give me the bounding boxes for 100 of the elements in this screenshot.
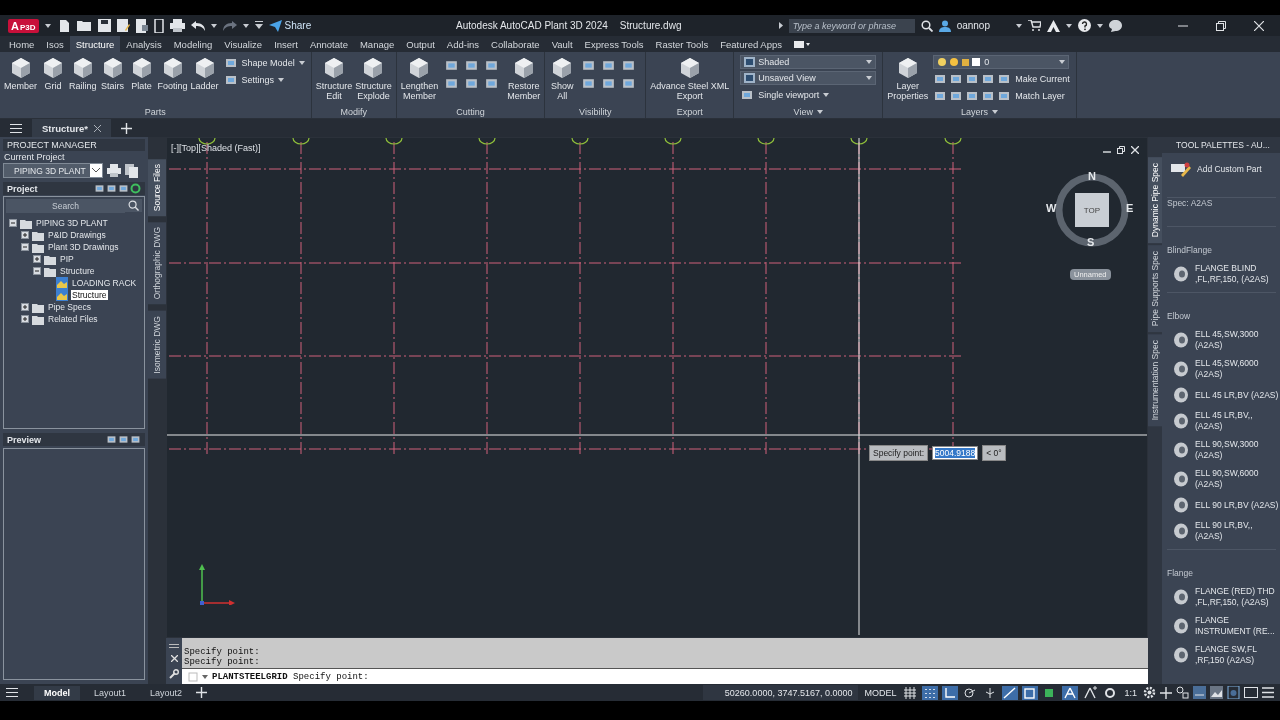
dropdown[interactable]: Shaded	[740, 55, 877, 69]
ribbon-button[interactable]: Stairs	[98, 55, 127, 91]
ribbon-tab[interactable]: Insert	[268, 36, 304, 52]
expand-toggle[interactable]	[21, 315, 29, 323]
settings-icon[interactable]	[1143, 686, 1156, 699]
compass-label[interactable]: W	[1046, 202, 1057, 214]
input-field[interactable]: 5004.9188	[932, 446, 979, 460]
ribbon-tab[interactable]: Structure	[69, 36, 121, 52]
layout-tab[interactable]: Layout2	[140, 685, 193, 700]
add-custom-part-button[interactable]: Add Custom Part	[1171, 161, 1262, 177]
side-tab[interactable]: Source Files	[148, 159, 166, 217]
tool-icon[interactable]	[106, 183, 117, 194]
ribbon-tab[interactable]: Visualize	[218, 36, 269, 52]
tool-icon[interactable]	[484, 76, 500, 91]
coordinates-readout[interactable]: 50260.0000, 3747.5167, 0.0000	[702, 685, 859, 700]
ribbon-tab[interactable]: Modeling	[167, 36, 219, 52]
compass-label[interactable]: N	[1088, 170, 1096, 182]
tool-icon[interactable]	[118, 434, 129, 445]
palette-item[interactable]: ELL 90,SW,3000 (A2AS)	[1173, 439, 1280, 461]
palette-tab[interactable]: Dynamic Pipe Spec	[1148, 157, 1162, 244]
ribbon-button[interactable]: Lengthen Member	[399, 55, 440, 101]
palette-item[interactable]: ELL 45 LR,BV (A2AS)	[1173, 387, 1280, 403]
ribbon-tab[interactable]: Home	[3, 36, 41, 52]
palette-item[interactable]: FLANGE BLIND ,FL,RF,150, (A2AS)	[1173, 263, 1280, 285]
ribbon-button[interactable]: Railing	[68, 55, 98, 91]
palette-item[interactable]: ELL 45,SW,3000 (A2AS)	[1173, 329, 1280, 351]
user-name[interactable]: oannop	[956, 20, 990, 31]
annotation-scale-button[interactable]: 1:1	[1122, 687, 1139, 698]
panel-title[interactable]: Export	[649, 105, 731, 118]
tree-item[interactable]: PIP	[59, 254, 75, 264]
ribbon-tab[interactable]: Vault	[545, 36, 579, 52]
tree-item[interactable]: Plant 3D Drawings	[47, 242, 120, 252]
compass-label[interactable]: S	[1087, 236, 1095, 248]
tool-icon[interactable]	[601, 58, 617, 73]
ribbon-tab[interactable]: Manage	[353, 36, 401, 52]
expand-toggle[interactable]	[21, 231, 29, 239]
panel-title[interactable]: Visibility	[548, 105, 643, 118]
expand-arrow-icon[interactable]	[778, 22, 783, 29]
triangle-logo-icon[interactable]	[1047, 19, 1060, 32]
tree-item[interactable]: Structure	[71, 290, 108, 300]
isolate-icon[interactable]	[1176, 686, 1189, 699]
annotation-toggle[interactable]	[1062, 685, 1079, 700]
ribbon-button[interactable]: Single viewport	[740, 87, 877, 102]
ribbon-tab[interactable]: Raster Tools	[649, 36, 715, 52]
restore-icon[interactable]	[1117, 146, 1125, 154]
tool-icon[interactable]	[581, 58, 597, 73]
ribbon-tab[interactable]: Output	[400, 36, 441, 52]
search-field[interactable]: Type a keyword or phrase	[788, 18, 915, 33]
snap-toggle[interactable]	[922, 685, 939, 700]
folder-icon[interactable]	[76, 19, 92, 32]
share-button[interactable]: Share	[268, 19, 312, 32]
side-tab[interactable]: Orthographic DWG	[148, 222, 166, 305]
layer-dropdown[interactable]: 0	[933, 55, 1070, 69]
ribbon-button[interactable]: Settings	[223, 72, 305, 87]
palette-item[interactable]: ELL 90,SW,6000 (A2AS)	[1173, 468, 1280, 490]
grip-icon[interactable]	[169, 643, 179, 648]
ribbon-button[interactable]: Advance Steel XML Export	[649, 55, 731, 101]
tool-icon[interactable]	[601, 76, 617, 91]
panel-toggle-icon[interactable]	[794, 40, 810, 48]
ribbon-tab[interactable]: Annotate	[303, 36, 354, 52]
fullscreen-icon[interactable]	[1244, 687, 1258, 698]
tool-icon[interactable]	[621, 58, 637, 73]
tool-icon[interactable]	[444, 76, 460, 91]
ribbon-button[interactable]: Restore Member	[506, 55, 542, 101]
ribbon-button[interactable]: Structure Explode	[354, 55, 393, 101]
osnap-toggle[interactable]	[1022, 685, 1039, 700]
ribbon-button[interactable]: Show All	[548, 55, 577, 101]
ribbon-button[interactable]: Structure Edit	[314, 55, 354, 101]
redo-icon[interactable]	[222, 20, 237, 31]
ribbon-button[interactable]: Make Current	[997, 71, 1070, 86]
ribbon-button[interactable]: Member	[3, 55, 38, 91]
palette-item[interactable]: ELL 45 LR,BV,, (A2AS)	[1173, 410, 1280, 432]
expand-toggle[interactable]	[33, 267, 41, 275]
tool-icon[interactable]	[118, 183, 129, 194]
search-icon[interactable]	[920, 19, 933, 32]
ribbon-button[interactable]: Ladder	[189, 55, 220, 91]
ribbon-button[interactable]: Footing	[156, 55, 189, 91]
grid-toggle[interactable]	[902, 685, 919, 700]
search-field[interactable]: Search	[6, 199, 125, 213]
side-tab[interactable]: Isometric DWG	[148, 310, 166, 379]
close-icon[interactable]	[93, 124, 101, 132]
tool-icon[interactable]	[581, 76, 597, 91]
tool-icon[interactable]	[444, 58, 460, 73]
add-tab-icon[interactable]	[120, 122, 132, 134]
angle-field[interactable]: < 0°	[982, 445, 1006, 461]
model-space-button[interactable]: MODEL	[862, 687, 899, 698]
panel-title[interactable]: Modify	[314, 105, 393, 118]
save-as-icon[interactable]	[116, 19, 130, 32]
restore-icon[interactable]	[1216, 20, 1226, 31]
layout-tab[interactable]: Layout1	[84, 685, 137, 700]
customize-icon[interactable]	[254, 21, 263, 30]
panel-title[interactable]: View	[737, 105, 880, 118]
palette-tab[interactable]: Pipe Supports Spec	[1148, 245, 1162, 333]
tree-item[interactable]: LOADING RACK	[71, 278, 138, 288]
wrench-icon[interactable]	[169, 668, 179, 679]
expand-toggle[interactable]	[21, 303, 29, 311]
palette-item[interactable]: ELL 90 LR,BV (A2AS)	[1173, 497, 1280, 513]
panel-title[interactable]: Cutting	[399, 105, 542, 118]
expand-toggle[interactable]	[33, 255, 41, 263]
tree-item[interactable]: Pipe Specs	[47, 302, 92, 312]
